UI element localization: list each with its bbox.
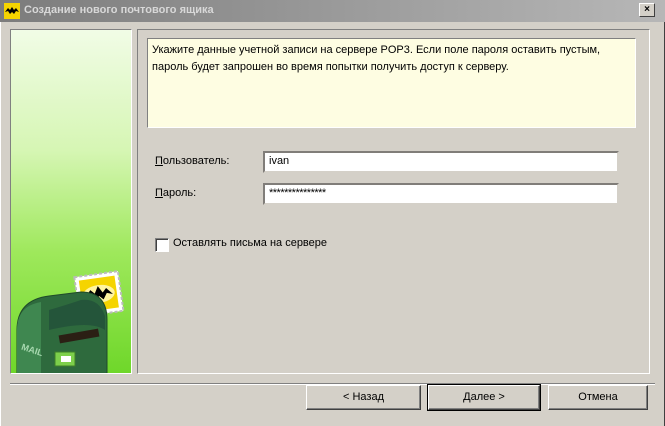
password-field[interactable]: *************** (263, 183, 619, 205)
password-label-accel: П (155, 187, 163, 199)
password-label: Пароль: (155, 187, 196, 199)
password-label-rest: ароль: (162, 187, 197, 199)
close-button[interactable]: × (639, 3, 655, 17)
side-illustration: MAIL (10, 29, 132, 374)
username-label-accel: П (155, 155, 163, 167)
leave-on-server-checkbox[interactable] (155, 238, 169, 252)
username-label-rest: ользователь: (162, 155, 230, 167)
info-text: Укажите данные учетной записи на сервере… (147, 38, 636, 128)
back-button[interactable]: < Назад (306, 385, 421, 410)
window-title: Создание нового почтового ящика (24, 4, 214, 16)
next-button[interactable]: Далее > (427, 384, 541, 411)
title-bar[interactable]: Создание нового почтового ящика × (0, 0, 665, 22)
username-field[interactable]: ivan (263, 151, 619, 173)
cancel-button[interactable]: Отмена (548, 385, 648, 410)
leave-on-server-label[interactable]: Оставлять письма на сервере (173, 237, 327, 249)
bat-mailbox-icon: MAIL (16, 270, 125, 373)
username-label: Пользователь: (155, 155, 229, 167)
close-icon: × (644, 4, 650, 15)
app-icon (4, 3, 20, 19)
